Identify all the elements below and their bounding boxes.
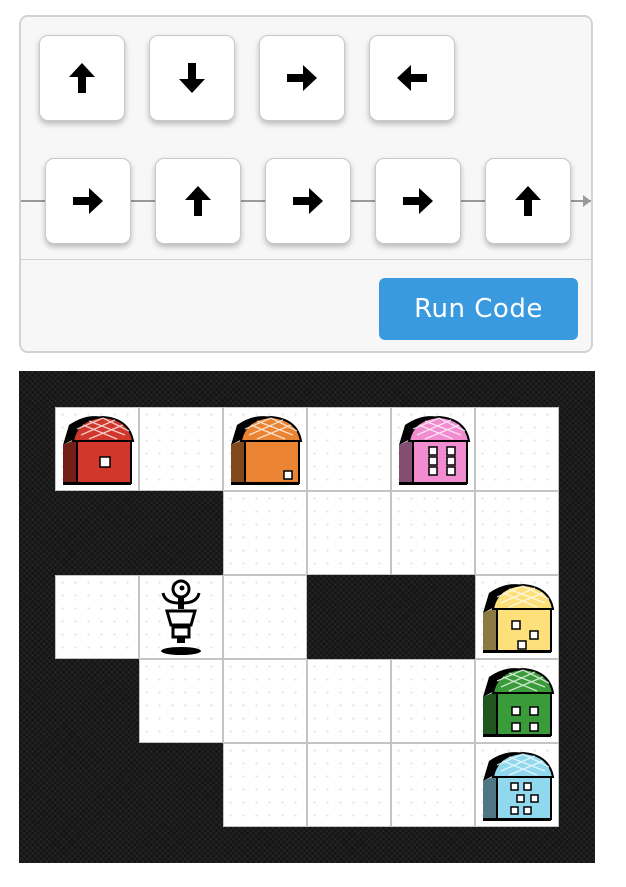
pink-house-icon <box>399 415 471 485</box>
robot-icon <box>161 579 201 655</box>
right-arrow-icon <box>287 65 317 91</box>
orange-house-icon <box>231 415 303 485</box>
floor-tile <box>55 575 139 659</box>
yellow-house-icon <box>483 583 555 653</box>
run-code-button[interactable]: Run Code <box>379 278 578 340</box>
command-up-button[interactable] <box>39 35 125 121</box>
floor-tile <box>223 659 307 743</box>
floor-tile <box>307 491 391 575</box>
down-arrow-icon <box>179 63 205 93</box>
up-arrow-icon <box>69 63 95 93</box>
sequence-end-arrow-icon <box>583 195 591 207</box>
green-house-icon <box>483 667 555 737</box>
red-house-icon <box>63 415 135 485</box>
command-right-button[interactable] <box>259 35 345 121</box>
command-left-button[interactable] <box>369 35 455 121</box>
floor-tile <box>475 491 559 575</box>
right-arrow-icon <box>403 188 433 214</box>
up-arrow-icon <box>185 186 211 216</box>
code-panel: Run Code <box>19 15 593 353</box>
program-step[interactable] <box>155 158 241 244</box>
floor-tile <box>223 575 307 659</box>
floor-tile <box>391 491 475 575</box>
blue-house-icon <box>483 751 555 821</box>
program-step[interactable] <box>485 158 571 244</box>
floor-tile <box>139 659 223 743</box>
floor-tile <box>139 407 223 491</box>
floor-tile <box>391 743 475 827</box>
floor-tile <box>223 491 307 575</box>
floor-tile <box>391 659 475 743</box>
left-arrow-icon <box>397 65 427 91</box>
floor-tile <box>307 659 391 743</box>
right-arrow-icon <box>293 188 323 214</box>
floor-tile <box>475 407 559 491</box>
floor-tile <box>223 743 307 827</box>
up-arrow-icon <box>515 186 541 216</box>
game-board <box>19 371 595 863</box>
run-bar: Run Code <box>21 260 591 351</box>
program-step[interactable] <box>375 158 461 244</box>
program-sequence <box>21 138 591 261</box>
program-step[interactable] <box>45 158 131 244</box>
command-down-button[interactable] <box>149 35 235 121</box>
command-palette <box>21 17 591 140</box>
floor-tile <box>307 743 391 827</box>
program-step[interactable] <box>265 158 351 244</box>
floor-tile <box>307 407 391 491</box>
right-arrow-icon <box>73 188 103 214</box>
